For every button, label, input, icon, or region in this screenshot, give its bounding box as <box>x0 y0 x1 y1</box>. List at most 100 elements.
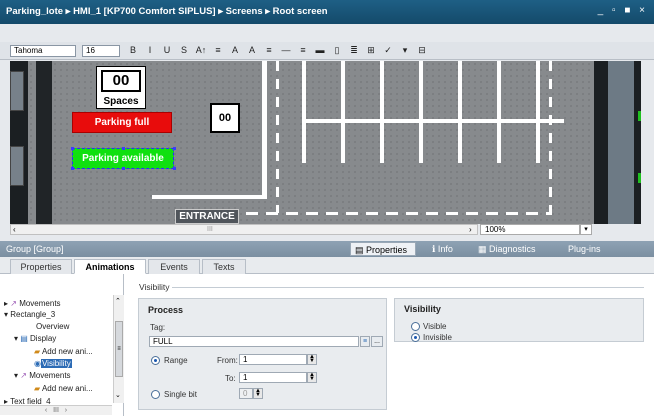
subtab-properties[interactable]: Properties <box>10 259 72 274</box>
tree-vertical-scrollbar[interactable]: ⌃ ≡ ⌄ <box>113 295 124 403</box>
single-bit-stepper[interactable]: ▲ ▼ <box>253 388 263 399</box>
format-button[interactable]: I <box>143 44 157 57</box>
single-bit-radio[interactable] <box>151 390 160 399</box>
tree-item[interactable]: ▾ ↗ Movements <box>14 370 71 381</box>
to-stepper[interactable]: ▲ ▼ <box>307 372 317 383</box>
tab-diagnostics[interactable]: ▦ Diagnostics <box>474 242 540 256</box>
tree-item-label: Overview <box>36 322 70 331</box>
section-divider <box>172 287 644 288</box>
diagnostics-icon: ▦ <box>478 244 490 254</box>
scroll-down-icon[interactable]: ⌄ <box>115 391 121 399</box>
tree-item-label: Rectangle_3 <box>10 310 56 319</box>
tag-select-icon[interactable]: ≡ <box>360 336 370 347</box>
selection-handle[interactable] <box>71 167 74 170</box>
properties-icon: ▤ <box>355 245 367 255</box>
format-button[interactable]: ⊞ <box>364 44 378 57</box>
tree-item[interactable]: ▰ Add new ani... <box>34 346 93 357</box>
format-button[interactable]: U <box>160 44 174 57</box>
tree-item[interactable]: ▾ Rectangle_3 <box>4 309 55 320</box>
scroll-thumb[interactable]: ≡ <box>115 321 123 377</box>
parking-full-indicator[interactable]: Parking full <box>72 112 172 133</box>
spaces-count: 00 <box>101 70 141 92</box>
spaces-display[interactable]: 00 Spaces <box>96 66 146 109</box>
tree-item-selected[interactable]: ◉Visibility <box>34 358 72 369</box>
tab-info-label: Info <box>437 244 453 254</box>
selection-handle[interactable] <box>71 147 74 150</box>
tab-info[interactable]: ℹ Info <box>428 242 457 256</box>
movement-icon: ↗ <box>10 299 20 308</box>
single-bit-label: Single bit <box>164 390 197 399</box>
counter-io-field[interactable]: 00 <box>210 103 240 133</box>
format-button[interactable]: ⊟ <box>415 44 429 57</box>
parking-stall-line <box>458 61 462 163</box>
to-label: To: <box>225 374 236 383</box>
format-button[interactable]: ▬ <box>313 44 327 57</box>
format-button[interactable]: — <box>279 44 293 57</box>
animation-tree: ▸ ↗ Movements ▾ Rectangle_3 Overview ▾ ▤… <box>0 274 124 416</box>
selection-handle[interactable] <box>122 167 125 170</box>
right-lane <box>608 61 634 224</box>
screen-canvas[interactable]: 00 Spaces Parking full Parking available… <box>10 61 641 224</box>
font-size-select[interactable]: 16 <box>82 45 120 57</box>
tree-item-label: Visibility <box>40 359 72 368</box>
scroll-left-icon[interactable]: ‹ <box>13 225 16 234</box>
tree-item[interactable]: ▸ ↗ Movements <box>4 298 61 309</box>
format-button[interactable]: ✓ <box>381 44 395 57</box>
format-button[interactable]: A↑ <box>194 44 208 57</box>
selection-handle[interactable] <box>173 167 176 170</box>
visibility-group: Visibility Visible Invisible <box>394 298 644 342</box>
format-button[interactable]: ▾ <box>398 44 412 57</box>
canvas-horizontal-scrollbar[interactable]: ‹ III › <box>10 224 478 235</box>
tree-item[interactable]: Overview <box>36 321 69 332</box>
visible-radio[interactable] <box>411 322 420 331</box>
tree-item[interactable]: ▾ ▤ Display <box>14 333 56 344</box>
window-controls[interactable]: _ ▫ ■ × <box>598 0 648 22</box>
format-button[interactable]: ▯ <box>330 44 344 57</box>
process-title: Process <box>148 305 184 315</box>
parking-available-indicator[interactable]: Parking available <box>72 148 174 169</box>
subtab-events[interactable]: Events <box>148 259 200 274</box>
tree-horizontal-scrollbar[interactable]: ‹ III › <box>0 405 112 415</box>
scroll-grip-icon[interactable]: III <box>207 225 213 234</box>
entrance-label[interactable]: ENTRANCE <box>175 209 239 224</box>
subtab-texts[interactable]: Texts <box>202 259 246 274</box>
format-button[interactable]: S <box>177 44 191 57</box>
selection-handle[interactable] <box>122 147 125 150</box>
to-input[interactable]: 1 <box>239 372 307 383</box>
tab-properties[interactable]: ▤ Properties <box>350 242 416 256</box>
selection-handle[interactable] <box>173 147 176 150</box>
format-button[interactable]: B <box>126 44 140 57</box>
single-bit-input[interactable]: 0 <box>239 388 253 399</box>
scroll-right-icon[interactable]: › <box>469 225 472 234</box>
tab-properties-label: Properties <box>366 245 408 255</box>
parking-stall-line <box>419 61 423 163</box>
left-lane <box>36 61 52 224</box>
invisible-label: Invisible <box>423 333 452 342</box>
tree-item[interactable]: ▰ Add new ani... <box>34 383 93 394</box>
section-title: Visibility <box>139 282 170 292</box>
scroll-up-icon[interactable]: ⌃ <box>115 297 121 305</box>
format-button[interactable]: A <box>228 44 242 57</box>
format-button[interactable]: ≡ <box>262 44 276 57</box>
add-animation-icon: ▰ <box>34 384 42 393</box>
subtab-animations[interactable]: Animations <box>74 259 146 274</box>
format-button[interactable]: ≡ <box>296 44 310 57</box>
spaces-label: Spaces <box>103 96 139 107</box>
font-family-select[interactable]: Tahoma <box>10 45 76 57</box>
format-button[interactable]: ≡ <box>211 44 225 57</box>
visibility-title: Visibility <box>404 304 441 314</box>
range-radio[interactable] <box>151 356 160 365</box>
from-stepper[interactable]: ▲ ▼ <box>307 354 317 365</box>
parking-stall-line <box>536 61 540 163</box>
format-button[interactable]: ≣ <box>347 44 361 57</box>
invisible-radio[interactable] <box>411 333 420 342</box>
inspector-title: Group [Group] <box>6 244 64 254</box>
tag-browse-button[interactable]: ... <box>371 336 383 347</box>
zoom-level-select[interactable]: 100% <box>480 224 580 235</box>
format-button[interactable]: A <box>245 44 259 57</box>
tag-input[interactable]: FULL <box>149 336 359 347</box>
tab-plugins[interactable]: Plug-ins <box>564 242 605 256</box>
gate-panel <box>10 71 24 111</box>
from-input[interactable]: 1 <box>239 354 307 365</box>
chevron-down-icon[interactable]: ▾ <box>580 224 592 235</box>
